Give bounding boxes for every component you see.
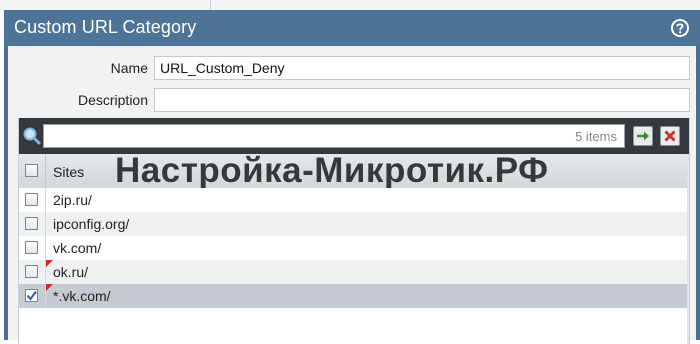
watermark-text: Настройка-Микротик.РФ <box>115 151 549 190</box>
dialog-title: Custom URL Category <box>14 17 197 37</box>
site-cell: 2ip.ru/ <box>53 192 92 208</box>
clear-x-icon <box>664 130 676 142</box>
modified-marker <box>46 260 53 267</box>
cell-separator <box>45 188 46 212</box>
grid-header-row: Sites Настройка-Микротик.РФ <box>19 151 689 190</box>
cell-separator <box>45 236 46 260</box>
select-all-checkbox[interactable] <box>25 164 38 177</box>
clear-filter-button[interactable] <box>660 126 680 146</box>
row-checkbox[interactable] <box>25 217 38 230</box>
site-cell: vk.com/ <box>53 240 102 256</box>
row-checkbox[interactable] <box>25 241 38 254</box>
header-checkbox-cell <box>19 154 46 188</box>
apply-filter-button[interactable] <box>633 126 653 146</box>
name-field[interactable] <box>154 56 690 80</box>
modified-marker <box>46 284 53 291</box>
checkmark-icon <box>26 290 37 301</box>
sites-column-header[interactable]: Sites <box>53 164 84 180</box>
background-window-strip <box>0 0 700 10</box>
site-cell: ok.ru/ <box>53 264 89 280</box>
help-circle-icon[interactable] <box>670 18 690 38</box>
row-checkbox-checked[interactable] <box>25 289 38 302</box>
magnifier-icon <box>23 127 41 145</box>
site-cell: *.vk.com/ <box>53 288 111 304</box>
table-row[interactable]: ipconfig.org/ <box>19 212 689 236</box>
row-checkbox[interactable] <box>25 193 38 206</box>
custom-url-category-dialog: Custom URL Category Name Description 5 i… <box>4 10 700 344</box>
cell-separator <box>45 212 46 236</box>
site-cell: ipconfig.org/ <box>53 216 130 232</box>
table-row-selected[interactable]: *.vk.com/ <box>19 284 689 308</box>
sites-grid: 5 items Sites Настройка-Микротик.РФ 2ip.… <box>18 118 690 344</box>
items-count: 5 items <box>575 129 617 144</box>
row-checkbox[interactable] <box>25 265 38 278</box>
table-row[interactable]: vk.com/ <box>19 236 689 260</box>
table-row[interactable]: 2ip.ru/ <box>19 188 689 212</box>
search-input[interactable] <box>43 124 625 148</box>
description-label: Description <box>77 92 148 108</box>
table-row[interactable]: ok.ru/ <box>19 260 689 284</box>
arrow-right-icon <box>637 131 649 141</box>
description-field[interactable] <box>154 88 690 112</box>
name-label: Name <box>110 60 148 76</box>
background-separator <box>210 0 211 10</box>
grid-scroll-edge <box>687 154 689 344</box>
grid-toolbar: 5 items <box>19 118 689 154</box>
dialog-title-bar[interactable]: Custom URL Category <box>4 10 700 46</box>
